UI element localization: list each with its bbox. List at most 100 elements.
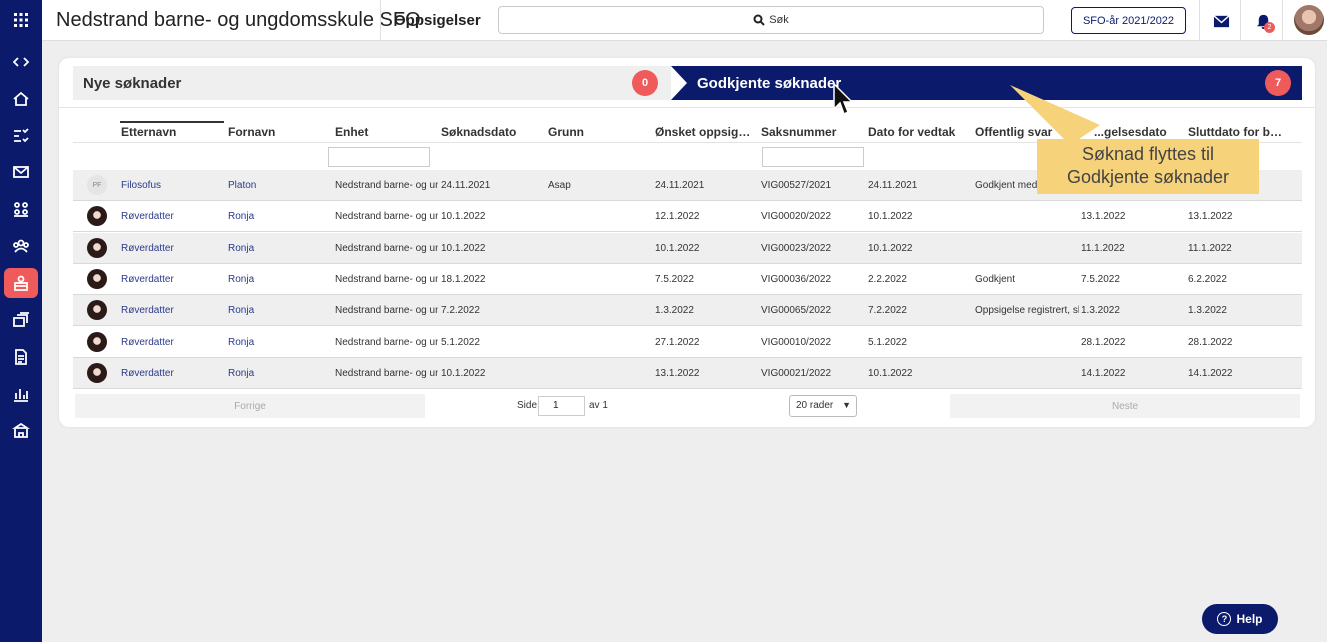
expand-collapse-icon[interactable]: [4, 47, 38, 77]
filter-enhet-input[interactable]: [328, 147, 430, 167]
table-row[interactable]: Røverdatter Ronja Nedstrand barne- og un 10…: [73, 232, 1302, 264]
cell-fornavn[interactable]: Ronja: [228, 274, 328, 285]
apps-grid-icon[interactable]: [4, 5, 38, 35]
cell-etternavn[interactable]: Røverdatter: [121, 305, 221, 316]
search-placeholder: Søk: [769, 14, 789, 26]
cell-sluttdato: 13.1.2022: [1188, 211, 1233, 223]
cell-oppsigelsesdato: 13.1.2022: [1081, 211, 1126, 223]
col-fornavn[interactable]: Fornavn: [228, 125, 328, 139]
cell-fornavn[interactable]: Ronja: [228, 305, 328, 316]
tab-approved-applications[interactable]: Godkjente søknader 7: [671, 66, 1302, 100]
cell-soknadsdato: 24.11.2021: [441, 180, 491, 191]
people-icon[interactable]: [4, 231, 38, 261]
cell-fornavn[interactable]: Ronja: [228, 211, 328, 222]
cell-fornavn[interactable]: Platon: [228, 180, 328, 191]
col-grunn[interactable]: Grunn: [548, 125, 648, 139]
cell-soknadsdato: 10.1.2022: [441, 211, 486, 223]
cell-etternavn[interactable]: Filosofus: [121, 180, 221, 191]
filter-saksnummer-input[interactable]: [762, 147, 864, 167]
col-sluttdato[interactable]: Sluttdato for bet...: [1188, 125, 1288, 139]
cell-etternavn[interactable]: Røverdatter: [121, 337, 221, 348]
tasks-icon[interactable]: [4, 121, 38, 151]
tab-new-applications[interactable]: Nye søknader 0: [73, 66, 671, 100]
table-row[interactable]: Røverdatter Ronja Nedstrand barne- og un 7.…: [73, 295, 1302, 327]
mouse-cursor-icon: [833, 83, 853, 116]
cell-etternavn[interactable]: Røverdatter: [121, 274, 221, 285]
row-avatar: PF: [87, 175, 107, 195]
cell-fornavn[interactable]: Ronja: [228, 243, 328, 254]
new-count-badge: 0: [632, 70, 658, 96]
search-input[interactable]: Søk: [498, 6, 1044, 34]
mail-icon[interactable]: [4, 157, 38, 187]
cell-sluttdato: 28.1.2022: [1188, 336, 1233, 348]
school-year-button[interactable]: SFO-år 2021/2022: [1071, 7, 1186, 34]
col-oppsigelsesdato[interactable]: ...gelsesdato: [1094, 125, 1182, 139]
cell-saksnummer: VIG00036/2022: [761, 273, 832, 285]
home-icon[interactable]: [4, 84, 38, 114]
cell-saksnummer: VIG00021/2022: [761, 367, 832, 379]
cell-onsket: 10.1.2022: [655, 242, 700, 254]
row-avatar: [87, 362, 107, 383]
cell-saksnummer: VIG00010/2022: [761, 336, 832, 348]
cell-soknadsdato: 7.2.2022: [441, 305, 480, 317]
cell-offentlig-svar: Godkjent: [975, 273, 1016, 285]
col-saksnummer[interactable]: Saksnummer: [761, 125, 861, 139]
cell-enhet: Nedstrand barne- og un: [335, 305, 438, 317]
cell-vedtak: 7.2.2022: [868, 305, 907, 317]
help-label: Help: [1236, 612, 1263, 626]
groups-icon[interactable]: [4, 194, 38, 224]
cell-soknadsdato: 5.1.2022: [441, 336, 480, 348]
page-title: Oppsigelser: [394, 12, 481, 29]
cell-etternavn[interactable]: Røverdatter: [121, 243, 221, 254]
user-avatar[interactable]: [1294, 5, 1324, 35]
table-row[interactable]: Røverdatter Ronja Nedstrand barne- og un 5.…: [73, 327, 1302, 358]
cell-grunn: Asap: [548, 180, 571, 191]
sort-indicator: [120, 121, 224, 123]
col-dato-vedtak[interactable]: Dato for vedtak: [868, 125, 968, 139]
cell-saksnummer: VIG00023/2022: [761, 242, 832, 254]
tab-new-label: Nye søknader: [83, 75, 182, 92]
bell-icon[interactable]: 2: [1252, 10, 1275, 33]
document-icon[interactable]: [4, 342, 38, 372]
divider: [380, 0, 381, 41]
resignation-icon[interactable]: [4, 268, 38, 298]
row-avatar: [87, 331, 107, 352]
callout-arrow: [1010, 85, 1100, 145]
rows-per-page-select[interactable]: 20 rader ▼: [789, 395, 857, 417]
cell-enhet: Nedstrand barne- og un: [335, 180, 438, 191]
col-soknadsdato[interactable]: Søknadsdato: [441, 125, 541, 139]
cell-vedtak: 5.1.2022: [868, 336, 907, 348]
approved-count-badge: 7: [1265, 70, 1291, 96]
divider: [59, 107, 1315, 108]
school-icon[interactable]: [4, 416, 38, 446]
divider: [1240, 0, 1241, 41]
top-bar: Nedstrand barne- og ungdomsskule SFO Opp…: [42, 0, 1327, 41]
statistics-icon[interactable]: [4, 379, 38, 409]
cell-fornavn[interactable]: Ronja: [228, 368, 328, 379]
cell-etternavn[interactable]: Røverdatter: [121, 368, 221, 379]
cell-soknadsdato: 10.1.2022: [441, 367, 486, 379]
next-button[interactable]: Neste: [950, 394, 1300, 418]
table-row[interactable]: Røverdatter Ronja Nedstrand barne- og un 10…: [73, 201, 1302, 233]
cell-sluttdato: 14.1.2022: [1188, 367, 1233, 379]
table-row[interactable]: Røverdatter Ronja Nedstrand barne- og un 10…: [73, 357, 1302, 389]
divider: [1199, 0, 1200, 41]
col-onsket-oppsigelse[interactable]: Ønsket oppsigel...: [655, 125, 755, 139]
table-row[interactable]: Røverdatter Ronja Nedstrand barne- og un 18…: [73, 264, 1302, 295]
page-number-input[interactable]: 1: [538, 396, 585, 416]
cell-offentlig-svar: Oppsigelse registrert, slu: [975, 305, 1079, 317]
col-enhet[interactable]: Enhet: [335, 125, 435, 139]
mail-icon[interactable]: [1210, 10, 1232, 32]
cell-fornavn[interactable]: Ronja: [228, 337, 328, 348]
cell-oppsigelsesdato: 11.1.2022: [1081, 242, 1125, 254]
callout-line-1: Søknad flyttes til: [1081, 144, 1215, 164]
payments-icon[interactable]: [4, 305, 38, 335]
previous-button[interactable]: Forrige: [75, 394, 425, 418]
cell-etternavn[interactable]: Røverdatter: [121, 211, 221, 222]
cell-vedtak: 2.2.2022: [868, 273, 907, 285]
col-etternavn[interactable]: Etternavn: [121, 125, 221, 139]
cell-vedtak: 10.1.2022: [868, 367, 913, 379]
help-button[interactable]: ? Help: [1202, 604, 1278, 634]
search-icon: [753, 14, 765, 26]
cell-onsket: 12.1.2022: [655, 211, 700, 223]
